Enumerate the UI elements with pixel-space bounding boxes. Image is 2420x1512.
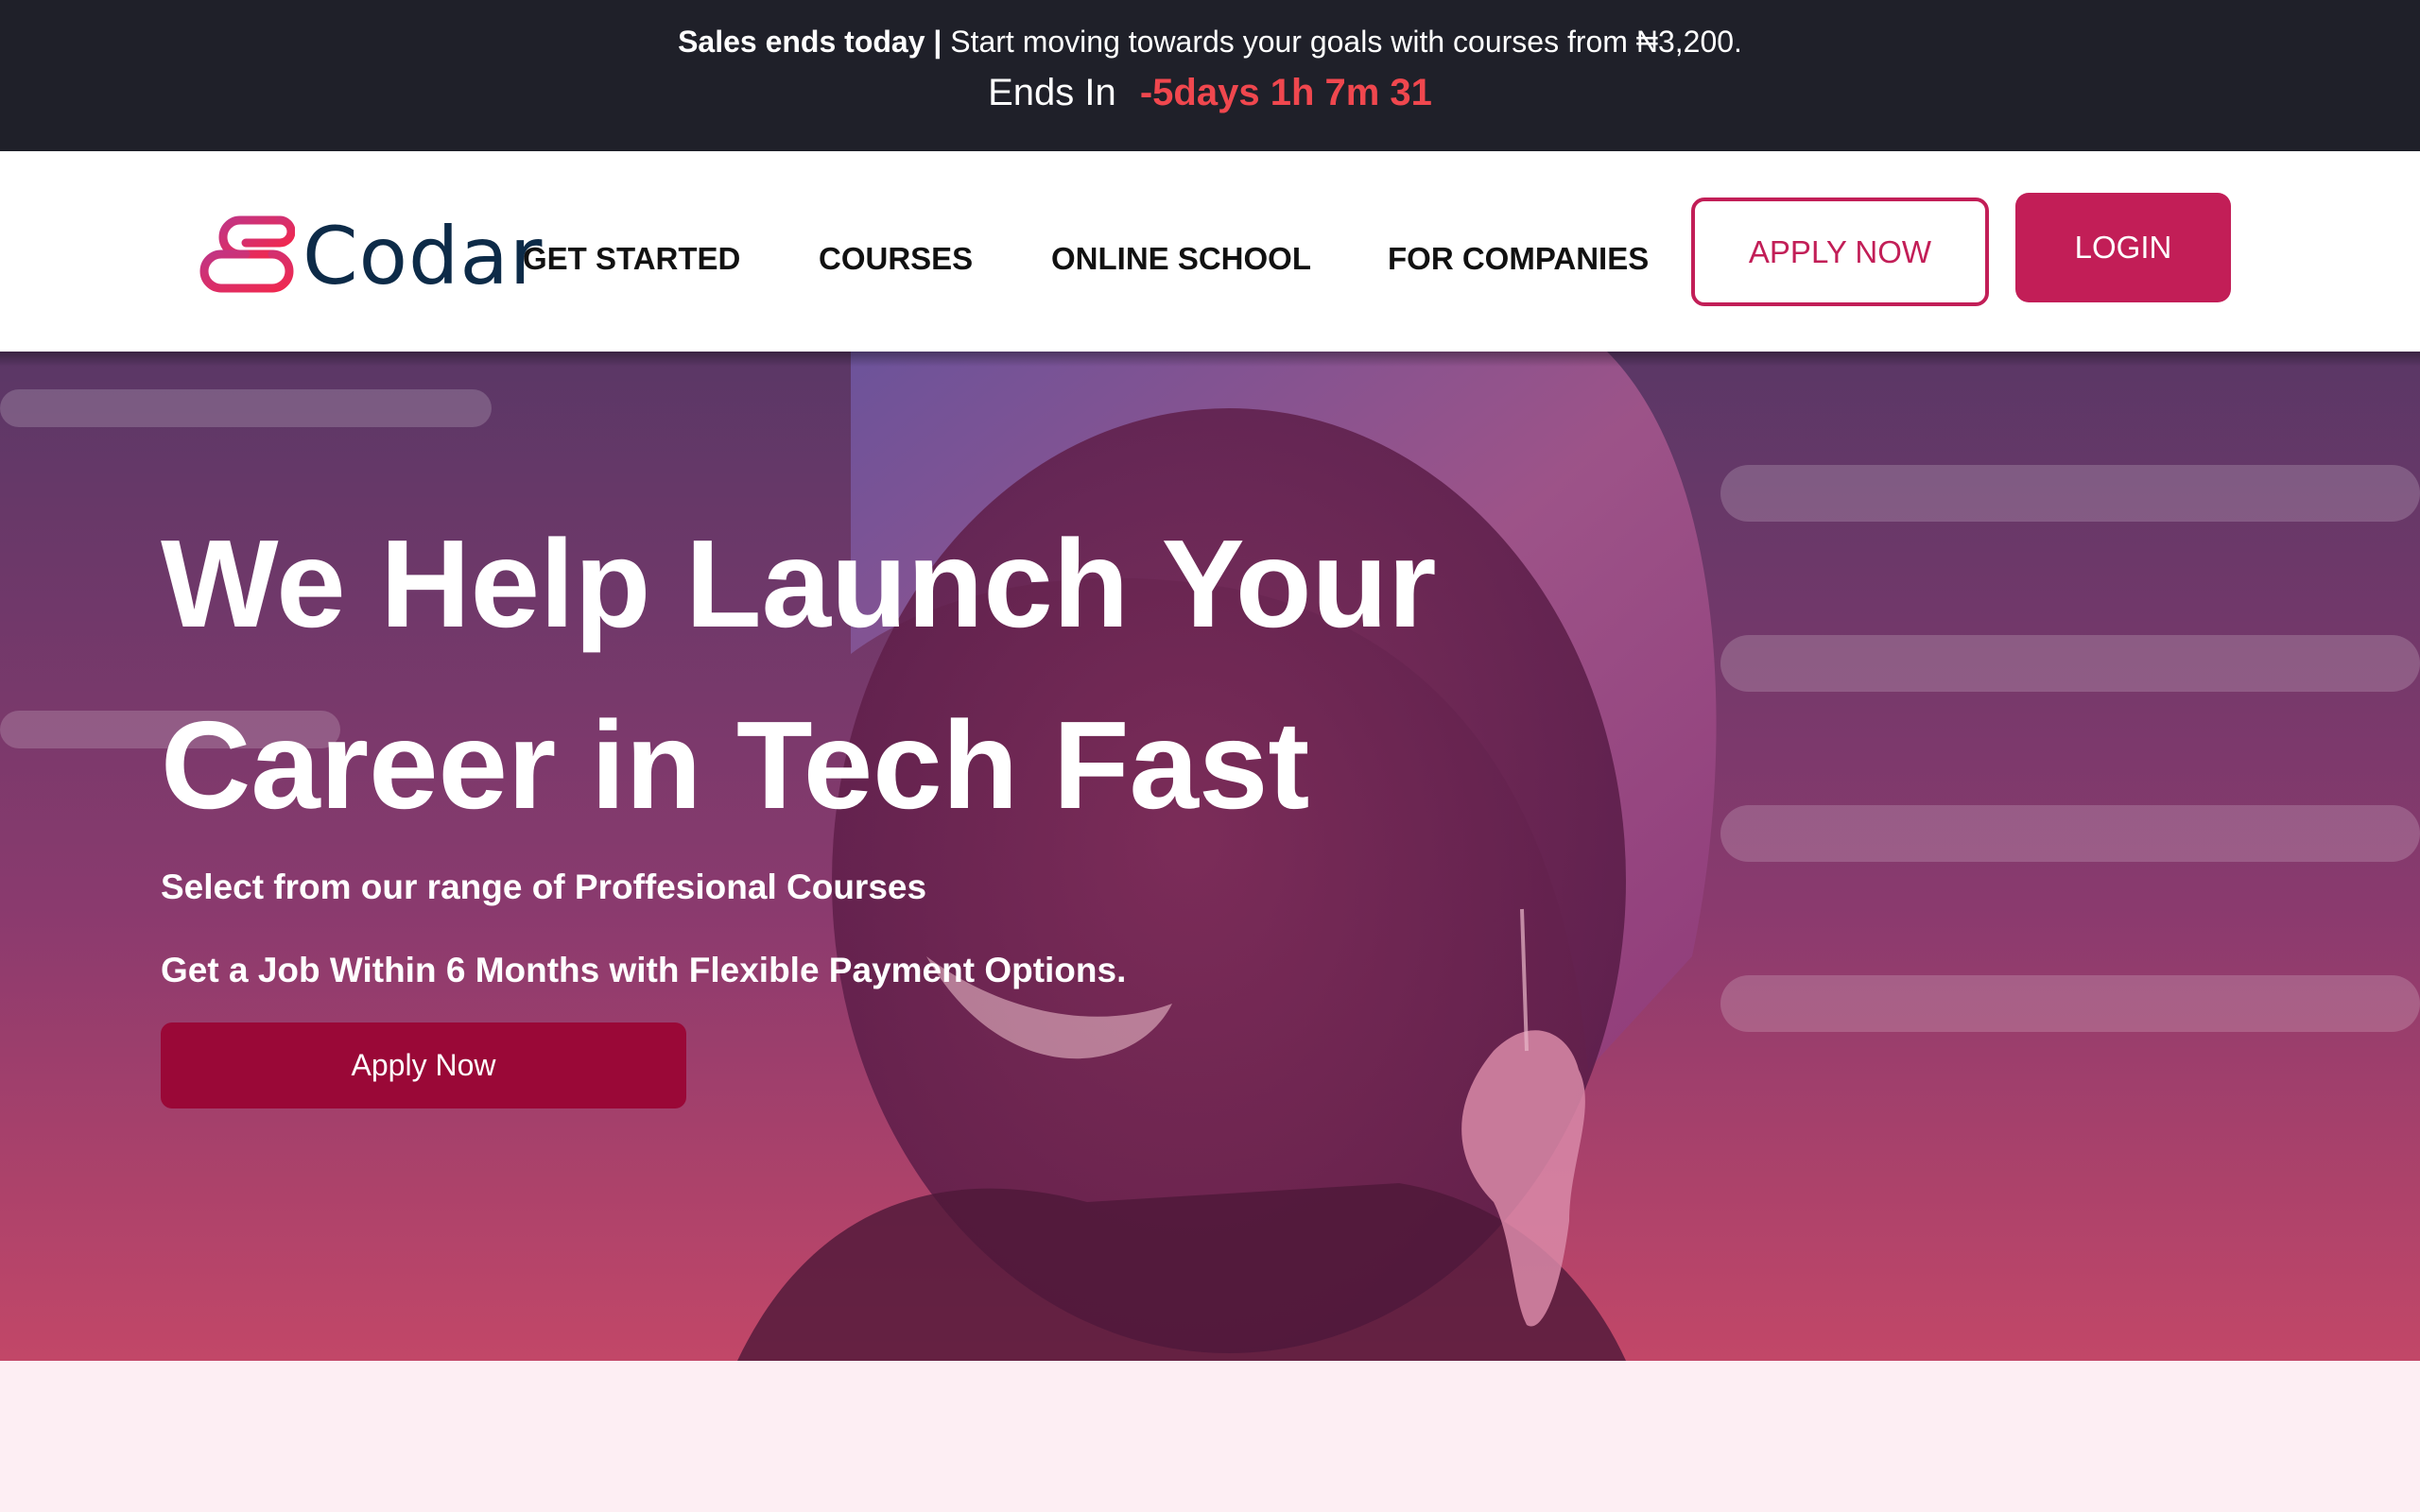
hero-subtitle-job: Get a Job Within 6 Months with Flexible … [161, 951, 1127, 989]
codar-logo-mark-icon [199, 215, 295, 293]
login-button[interactable]: LOGIN [2015, 193, 2231, 302]
hero-apply-now-label: Apply Now [351, 1048, 496, 1082]
nav-courses[interactable]: COURSES [819, 240, 973, 278]
header-shadow [0, 352, 2420, 367]
hero-section: We Help Launch Your Career in Tech Fast … [0, 352, 2420, 1361]
promo-bold: Sales ends today [678, 25, 925, 59]
hero-title-line2: Career in Tech Fast [161, 696, 1310, 834]
hero-subtitle-courses: Select from our range of Proffesional Co… [161, 868, 927, 906]
nav-get-started[interactable]: GET STARTED [523, 240, 740, 278]
promo-text: Start moving towards your goals with cou… [950, 25, 1742, 59]
promo-banner: Sales ends today | Start moving towards … [0, 0, 2420, 151]
promo-countdown-line: Ends In -5days 1h 7m 31 [0, 68, 2420, 117]
hero-title: We Help Launch Your Career in Tech Fast [161, 493, 1579, 856]
login-label: LOGIN [2074, 230, 2172, 265]
hero-apply-now-button[interactable]: Apply Now [161, 1022, 686, 1108]
countdown-timer: -5days 1h 7m 31 [1139, 72, 1432, 113]
site-header: Codar GET STARTED COURSES ONLINE SCHOOL … [0, 151, 2420, 352]
nav-for-companies[interactable]: FOR COMPANIES [1388, 240, 1649, 278]
logo-text: Codar [302, 210, 544, 302]
apply-now-button[interactable]: APPLY NOW [1691, 198, 1989, 306]
apply-now-label: APPLY NOW [1748, 233, 1932, 269]
promo-message: Sales ends today | Start moving towards … [0, 23, 2420, 60]
hero-title-line1: We Help Launch Your [161, 514, 1437, 653]
nav-online-school[interactable]: ONLINE SCHOOL [1051, 240, 1311, 278]
logo[interactable]: Codar [189, 204, 543, 308]
promo-separator: | [925, 25, 951, 59]
next-section [0, 1361, 2420, 1512]
ends-in-label: Ends In [988, 72, 1116, 113]
